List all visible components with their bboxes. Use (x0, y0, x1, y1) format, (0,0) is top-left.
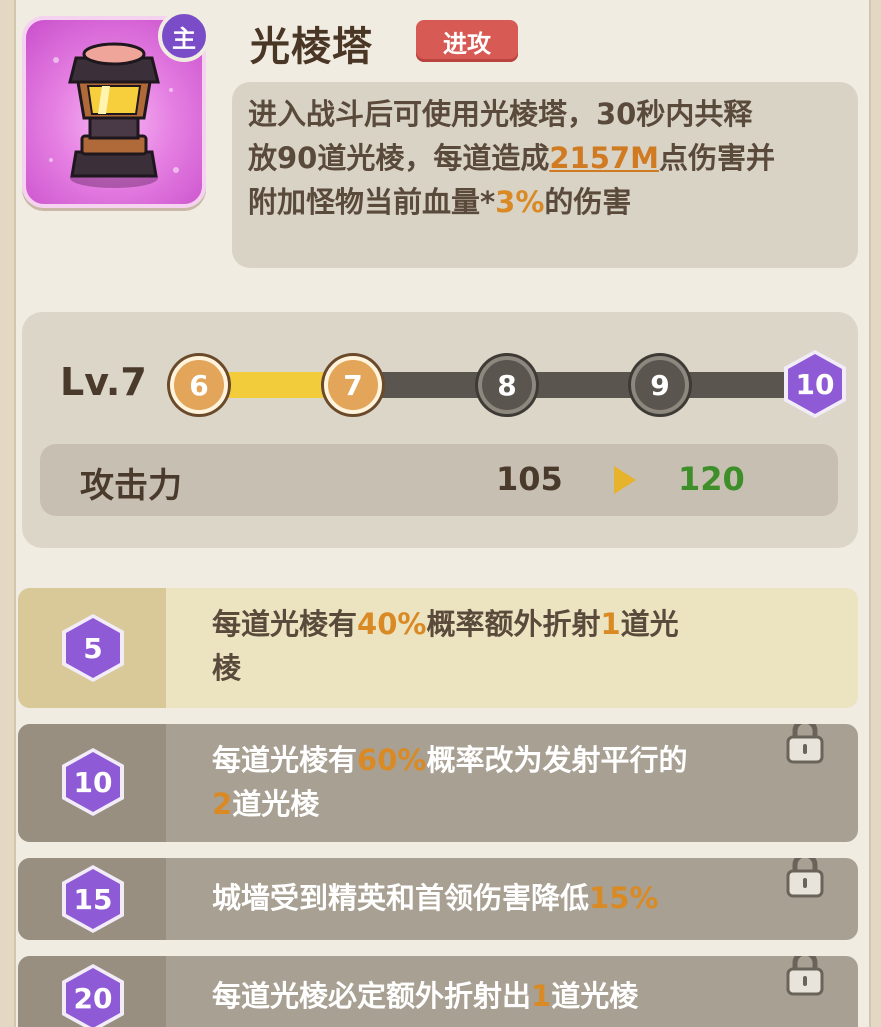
desc-line-3-b: 的伤害 (544, 185, 632, 219)
damage-value: 2157M (549, 141, 659, 175)
lock-icon (786, 724, 824, 764)
skill-level-badge: 20 (66, 968, 120, 1027)
level-node-7: 7 (324, 356, 382, 414)
lock-icon (786, 858, 824, 898)
main-tower-badge: 主 (158, 10, 210, 62)
skill-percent: 40% (357, 607, 427, 641)
skill-percent: 60% (357, 743, 427, 777)
skill-text-a: 每道光棱有 (212, 607, 358, 641)
left-frame-border (0, 0, 16, 1027)
skill-level-badge: 10 (66, 752, 120, 812)
level-panel: Lv.7 6 7 8 9 10 攻击力 105 120 (22, 312, 858, 548)
skill-count: 1 (600, 607, 621, 641)
skill-level-badge: 5 (66, 618, 120, 678)
skill-row-20[interactable]: 20 每道光棱必定额外折射出1道光棱 (18, 956, 858, 1027)
desc-line-1: 进入战斗后可使用光棱塔，30秒内共释 (248, 97, 753, 131)
desc-line-2-a: 放90道光棱，每道造成 (248, 141, 550, 175)
skill-text-a: 每道光棱必定额外折射出 (212, 979, 532, 1013)
level-node-8: 8 (478, 356, 536, 414)
current-level-label: Lv.7 (60, 360, 147, 404)
skill-count: 2 (212, 787, 233, 821)
level-node-6: 6 (170, 356, 228, 414)
skill-text-a: 每道光棱有 (212, 743, 358, 777)
skill-percent: 15% (589, 881, 659, 915)
skill-count: 1 (531, 979, 552, 1013)
skill-level-badge: 15 (66, 869, 120, 929)
skill-text-line-2: 道光棱 (232, 787, 320, 821)
lock-icon (786, 956, 824, 996)
level-node-9: 9 (631, 356, 689, 414)
skill-text: 每道光棱必定额外折射出1道光棱 (212, 974, 638, 1018)
skill-text-line-2: 棱 (212, 651, 242, 685)
stat-current-value: 105 (496, 460, 563, 498)
attack-stat-row: 攻击力 105 120 (40, 444, 838, 516)
stat-name: 攻击力 (80, 466, 182, 506)
skill-text: 城墙受到精英和首领伤害降低15% (212, 876, 658, 920)
skill-row-10[interactable]: 10 每道光棱有60%概率改为发射平行的 2道光棱 (18, 724, 858, 842)
skill-text-c: 道光 (620, 607, 679, 641)
skill-row-15[interactable]: 15 城墙受到精英和首领伤害降低15% (18, 858, 858, 940)
right-frame-border (869, 0, 881, 1027)
attack-type-tag: 进攻 (416, 20, 518, 62)
level-node-10: 10 (788, 354, 842, 414)
skill-text-b: 概率改为发射平行的 (426, 743, 688, 777)
desc-line-3-a: 附加怪物当前血量* (248, 185, 496, 219)
level-node-10-hex: 10 (784, 350, 846, 418)
tower-title: 光棱塔 (250, 24, 373, 70)
hp-percent-value: 3% (495, 185, 545, 219)
tower-description: 进入战斗后可使用光棱塔，30秒内共释 放90道光棱，每道造成2157M点伤害并 … (232, 82, 858, 268)
desc-line-2-b: 点伤害并 (658, 141, 775, 175)
skill-text-b: 道光棱 (551, 979, 639, 1013)
skill-row-5[interactable]: 5 每道光棱有40%概率额外折射1道光 棱 (18, 588, 858, 708)
play-arrow-icon (614, 466, 636, 494)
skill-text-b: 概率额外折射 (426, 607, 601, 641)
stat-next-value: 120 (678, 460, 745, 498)
skill-text-a: 城墙受到精英和首领伤害降低 (212, 881, 590, 915)
skill-text: 每道光棱有40%概率额外折射1道光 棱 (212, 602, 679, 690)
skill-text: 每道光棱有60%概率改为发射平行的 2道光棱 (212, 738, 687, 826)
